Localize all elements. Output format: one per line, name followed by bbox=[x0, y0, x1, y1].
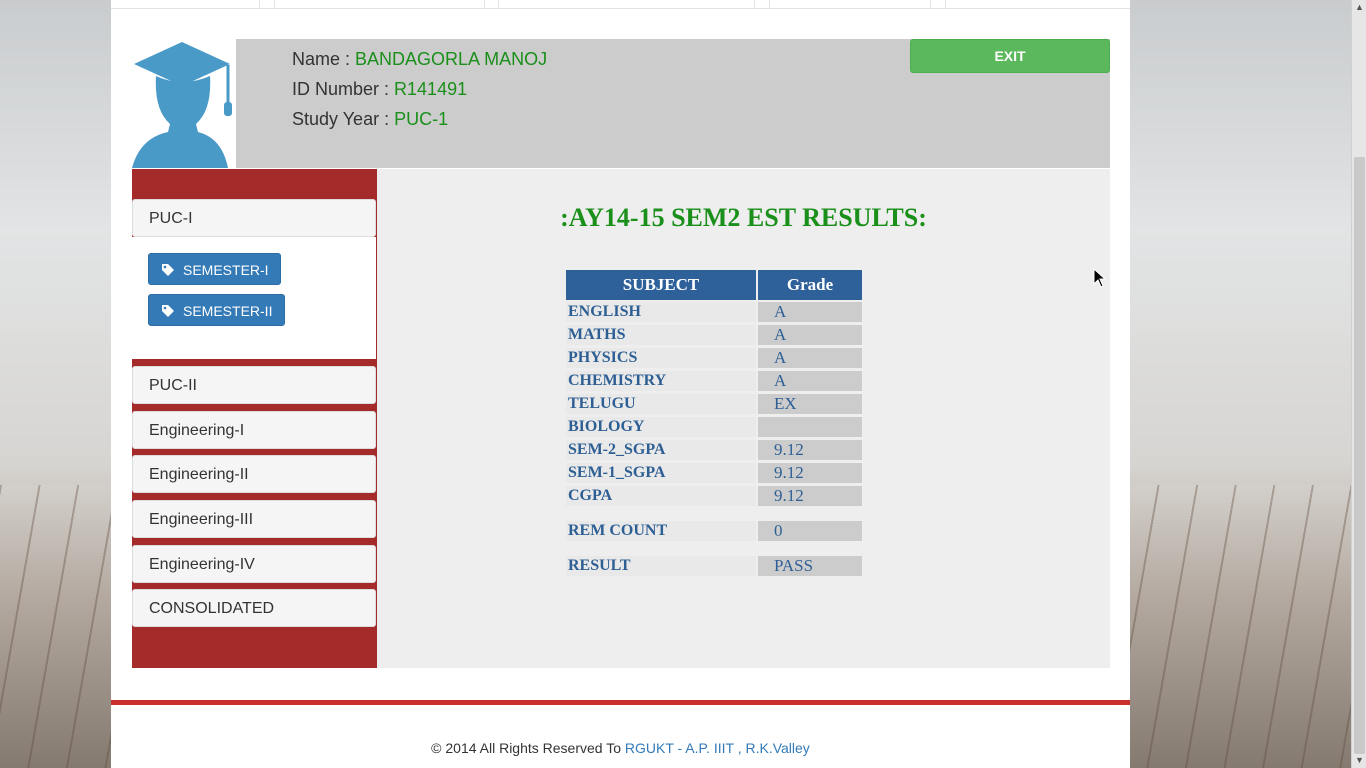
scroll-down-arrow-icon[interactable]: ▼ bbox=[1352, 753, 1366, 768]
sidebar-item-puc-1[interactable]: PUC-I bbox=[132, 199, 376, 237]
sidebar-item-engineering-1[interactable]: Engineering-I bbox=[132, 411, 376, 449]
table-row-grade: A bbox=[758, 302, 862, 322]
table-row-subject: MATHS bbox=[566, 325, 756, 345]
semester-2-button[interactable]: SEMESTER-II bbox=[148, 294, 285, 326]
mouse-pointer-icon bbox=[1093, 268, 1107, 288]
tag-icon bbox=[162, 304, 174, 317]
student-avatar-icon bbox=[132, 42, 232, 168]
results-panel: :AY14-15 SEM2 EST RESULTS: SUBJECT Grade… bbox=[377, 169, 1110, 668]
student-name: BANDAGORLA MANOJ bbox=[355, 49, 548, 69]
study-year: PUC-1 bbox=[394, 109, 449, 129]
puc-1-panel-body: SEMESTER-I SEMESTER-II bbox=[132, 237, 376, 359]
table-row-grade: 9.12 bbox=[758, 486, 862, 506]
student-name-line: Name : BANDAGORLA MANOJ bbox=[292, 49, 548, 69]
table-row-subject: PHYSICS bbox=[566, 348, 756, 368]
student-info-panel: Name : BANDAGORLA MANOJ ID Number : R141… bbox=[236, 39, 1110, 168]
table-row-grade: 9.12 bbox=[758, 463, 862, 483]
sidebar: PUC-I SEMESTER-I SEMESTER-II PUC-II Engi… bbox=[132, 169, 377, 668]
rem-count-label: REM COUNT bbox=[566, 521, 756, 541]
study-year-line: Study Year : PUC-1 bbox=[292, 109, 449, 129]
page-container: Name : BANDAGORLA MANOJ ID Number : R141… bbox=[111, 0, 1130, 768]
rem-count-value: 0 bbox=[758, 521, 862, 541]
table-row-subject: CGPA bbox=[566, 486, 756, 506]
column-header-subject: SUBJECT bbox=[566, 270, 756, 300]
table-row-subject: ENGLISH bbox=[566, 302, 756, 322]
table-row-grade: A bbox=[758, 348, 862, 368]
exit-button[interactable]: EXIT bbox=[910, 39, 1110, 73]
sidebar-item-engineering-4[interactable]: Engineering-IV bbox=[132, 545, 376, 583]
tag-icon bbox=[162, 263, 174, 276]
table-row-grade: 9.12 bbox=[758, 440, 862, 460]
footer-copyright: © 2014 All Rights Reserved To bbox=[431, 740, 625, 756]
semester-1-button[interactable]: SEMESTER-I bbox=[148, 253, 281, 285]
sidebar-item-puc-2[interactable]: PUC-II bbox=[132, 366, 376, 404]
table-row-subject: CHEMISTRY bbox=[566, 371, 756, 391]
table-row-grade: A bbox=[758, 325, 862, 345]
result-value: PASS bbox=[758, 556, 862, 576]
result-label: RESULT bbox=[566, 556, 756, 576]
column-header-grade: Grade bbox=[758, 270, 862, 300]
sidebar-item-engineering-3[interactable]: Engineering-III bbox=[132, 500, 376, 538]
table-row-subject: SEM-1_SGPA bbox=[566, 463, 756, 483]
student-id: R141491 bbox=[394, 79, 468, 99]
sidebar-item-engineering-2[interactable]: Engineering-II bbox=[132, 455, 376, 493]
footer-link[interactable]: RGUKT - A.P. IIIT , R.K.Valley bbox=[625, 740, 810, 756]
scroll-up-arrow-icon[interactable]: ▲ bbox=[1352, 0, 1366, 15]
table-row-grade: A bbox=[758, 371, 862, 391]
footer: © 2014 All Rights Reserved To RGUKT - A.… bbox=[111, 740, 1130, 756]
table-row-subject: TELUGU bbox=[566, 394, 756, 414]
scrollbar-thumb[interactable] bbox=[1354, 157, 1365, 754]
vertical-scrollbar[interactable]: ▲ ▼ bbox=[1351, 0, 1366, 768]
table-row-subject: SEM-2_SGPA bbox=[566, 440, 756, 460]
footer-divider bbox=[111, 700, 1130, 705]
student-id-line: ID Number : R141491 bbox=[292, 79, 468, 99]
table-row-subject: BIOLOGY bbox=[566, 417, 756, 437]
results-title: :AY14-15 SEM2 EST RESULTS: bbox=[560, 203, 927, 232]
table-row-grade bbox=[758, 417, 862, 437]
sidebar-item-consolidated[interactable]: CONSOLIDATED bbox=[132, 589, 376, 627]
top-nav-strip bbox=[111, 0, 1130, 9]
table-row-grade: EX bbox=[758, 394, 862, 414]
